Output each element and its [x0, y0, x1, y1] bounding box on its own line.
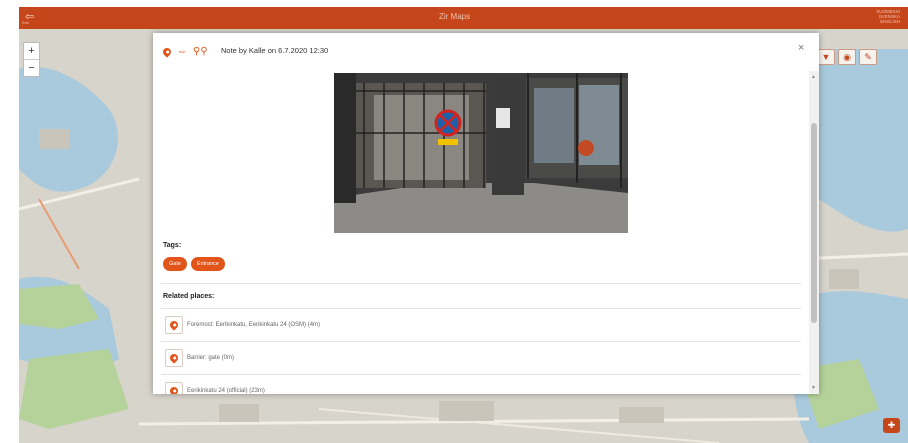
- locate-icon[interactable]: ◉: [838, 49, 856, 65]
- close-icon[interactable]: ×: [798, 42, 804, 54]
- tags-heading: Tags:: [163, 242, 182, 249]
- language-menu[interactable]: SUOMEKSI SVENSKA ENGLISH: [876, 9, 900, 24]
- scroll-up-icon[interactable]: ▲: [811, 74, 816, 80]
- dialog-body: Tags: Gate Entrance Related places: Fore…: [153, 71, 809, 394]
- zoom-out-button[interactable]: −: [24, 59, 39, 76]
- note-title: Note by Kalle on 6.7.2020 12:30: [221, 46, 329, 55]
- header-icons: ⇔ ⚲⚲: [161, 45, 208, 58]
- place-label: Barrier: gate (0m): [187, 355, 235, 361]
- app-window: ⇦ Exit Zir Maps SUOMEKSI SVENSKA ENGLISH: [19, 7, 908, 443]
- scroll-down-icon[interactable]: ▼: [811, 385, 816, 391]
- place-label: Eerikinkatu 24 (official) (23m): [187, 388, 265, 394]
- app-bar: ⇦ Exit Zir Maps SUOMEKSI SVENSKA ENGLISH: [19, 7, 908, 29]
- list-item[interactable]: Barrier: gate (0m): [161, 341, 801, 374]
- link-icon[interactable]: ⇔: [177, 46, 187, 57]
- related-places-heading: Related places:: [163, 293, 215, 300]
- tag-list: Gate Entrance: [163, 257, 225, 271]
- dialog-scrollbar[interactable]: ▲ ▼: [809, 71, 819, 394]
- dialog-header: ⇔ ⚲⚲ Note by Kalle on 6.7.2020 12:30 ×: [153, 33, 819, 71]
- place-pin-button[interactable]: [165, 349, 183, 367]
- list-item[interactable]: Eerikinkatu 24 (official) (23m): [161, 374, 801, 394]
- place-label: Foremost: Eerikinkatu, Eerikinkatu 24 (O…: [187, 322, 321, 328]
- related-pins-icon[interactable]: ⚲⚲: [193, 46, 208, 57]
- place-pin-button[interactable]: [165, 382, 183, 394]
- filter-icon[interactable]: ▼: [817, 49, 835, 65]
- note-dialog: ⇔ ⚲⚲ Note by Kalle on 6.7.2020 12:30 × T…: [153, 33, 819, 394]
- tag-chip[interactable]: Gate: [163, 257, 187, 271]
- note-photo[interactable]: [334, 73, 628, 233]
- place-pin-button[interactable]: [165, 316, 183, 334]
- zoom-in-button[interactable]: +: [24, 43, 39, 59]
- edit-icon[interactable]: ✎: [859, 49, 877, 65]
- location-pin-icon[interactable]: [161, 45, 173, 58]
- list-item[interactable]: Foremost: Eerikinkatu, Eerikinkatu 24 (O…: [161, 308, 801, 341]
- zoom-control: + −: [23, 42, 40, 77]
- exit-label: Exit: [22, 20, 29, 25]
- divider: [161, 283, 801, 284]
- location-pin-icon: [168, 352, 180, 364]
- related-places-list: Foremost: Eerikinkatu, Eerikinkatu 24 (O…: [161, 308, 801, 394]
- tag-chip[interactable]: Entrance: [190, 257, 225, 271]
- language-option[interactable]: ENGLISH: [876, 19, 900, 24]
- location-pin-icon: [168, 385, 180, 394]
- location-pin-icon: [168, 319, 180, 331]
- add-note-button[interactable]: ✚: [883, 418, 900, 433]
- app-title: Zir Maps: [439, 12, 471, 21]
- scroll-thumb[interactable]: [811, 123, 817, 323]
